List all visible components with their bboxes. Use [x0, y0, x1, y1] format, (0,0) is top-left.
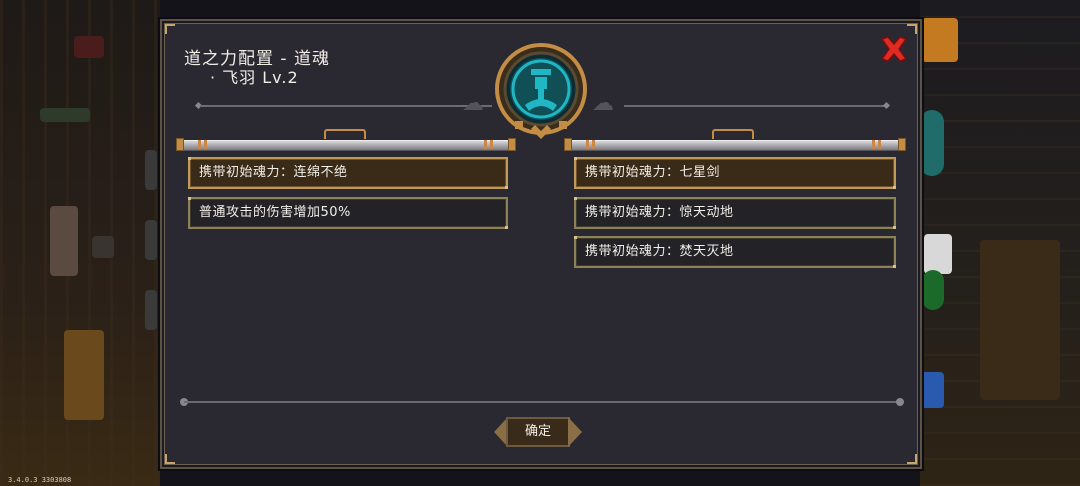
panel-corner: [907, 454, 917, 464]
version-label: 3.4.0.3 3303808: [8, 476, 72, 484]
scroll-rod-left: [176, 129, 516, 151]
left-entry-1[interactable]: 携带初始魂力：连绵不绝: [188, 157, 508, 189]
header-line-dot: [882, 101, 891, 110]
panel-corner: [165, 24, 175, 34]
entry-label: 携带初始魂力：七星剑: [585, 165, 721, 180]
entry-label: 携带初始魂力：连绵不绝: [199, 165, 348, 180]
entry-label: 携带初始魂力：惊天动地: [585, 205, 734, 220]
left-entry-2[interactable]: 普通攻击的伤害增加50%: [188, 197, 508, 229]
entry-label: 普通攻击的伤害增加50%: [199, 205, 351, 220]
panel-corner: [165, 454, 175, 464]
right-entry-2[interactable]: 携带初始魂力：惊天动地: [574, 197, 896, 229]
footer-divider: [184, 401, 902, 403]
dialog-title: 道之力配置 - 道魂: [184, 49, 330, 69]
right-entry-3[interactable]: 携带初始魂力：焚天灭地: [574, 236, 896, 268]
entry-label: 携带初始魂力：焚天灭地: [585, 244, 734, 259]
dao-power-config-dialog: 道之力配置 - 道魂 · 飞羽 Lv.2 ☁ ☁ 携带初始魂力：连绵不绝 普通攻…: [160, 19, 922, 469]
dao-soul-emblem-icon: [495, 43, 587, 143]
close-button[interactable]: [878, 33, 910, 65]
header-divider-left: [200, 105, 492, 107]
background-scene-right: [920, 0, 1080, 486]
header-divider-right: [624, 105, 886, 107]
confirm-button-label: 确定: [524, 424, 551, 439]
dialog-subtitle: · 飞羽 Lv.2: [210, 68, 299, 87]
scroll-rod-right: [564, 129, 906, 151]
background-scene-left: [0, 0, 160, 486]
close-x-icon: [880, 36, 908, 62]
cloud-ornament-right: ☁: [592, 91, 614, 116]
cloud-ornament-left: ☁: [462, 91, 484, 116]
footer-line-knob: [896, 398, 904, 406]
confirm-button[interactable]: 确定: [492, 413, 584, 451]
right-entry-1[interactable]: 携带初始魂力：七星剑: [574, 157, 896, 189]
